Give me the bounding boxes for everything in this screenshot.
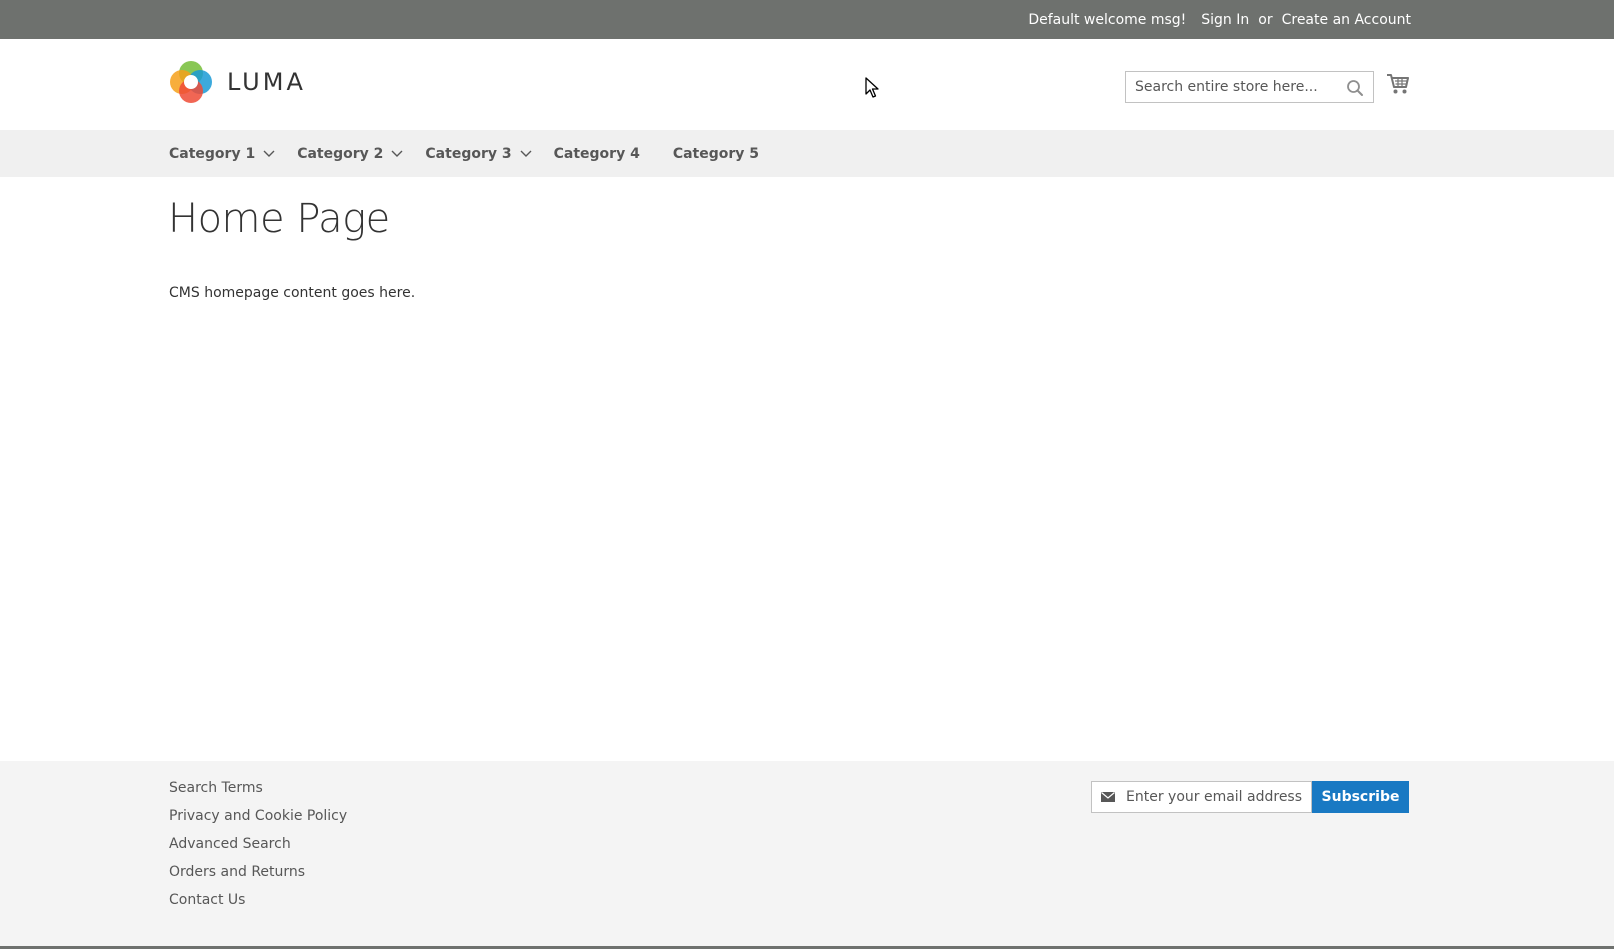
nav-item-label: Category 2	[297, 145, 384, 162]
page-header: LUMA	[0, 39, 1614, 130]
newsletter-form: Subscribe	[1091, 781, 1409, 813]
envelope-icon	[1101, 792, 1115, 802]
nav-category-4[interactable]: Category 4	[554, 146, 640, 162]
or-separator: or	[1258, 11, 1273, 28]
page-footer: Search Terms Privacy and Cookie Policy A…	[0, 761, 1614, 949]
footer-link-contact-us[interactable]: Contact Us	[169, 890, 347, 918]
top-panel: Default welcome msg! Sign In or Create a…	[0, 0, 1614, 39]
store-logo[interactable]: LUMA	[169, 60, 306, 104]
footer-link-advanced-search[interactable]: Advanced Search	[169, 834, 347, 862]
newsletter-field	[1091, 781, 1312, 813]
search-box	[1125, 71, 1374, 103]
header-links: Default welcome msg! Sign In or Create a…	[1028, 0, 1411, 39]
chevron-down-icon	[520, 150, 532, 157]
chevron-down-icon	[263, 150, 275, 157]
nav-item-label: Category 3	[425, 145, 512, 162]
footer-link-search-terms[interactable]: Search Terms	[169, 778, 347, 806]
sign-in-link[interactable]: Sign In	[1201, 12, 1249, 28]
search-icon[interactable]	[1346, 79, 1364, 97]
cms-content: CMS homepage content goes here.	[169, 285, 416, 301]
cart-icon[interactable]	[1386, 72, 1410, 96]
chevron-down-icon	[391, 150, 403, 157]
mouse-cursor-icon	[865, 77, 879, 98]
logo-text: LUMA	[227, 68, 306, 96]
luma-logo-icon	[170, 61, 212, 103]
nav-category-5[interactable]: Category 5	[673, 146, 759, 162]
nav-item-label: Category 4	[553, 145, 640, 162]
page-title: Home Page	[168, 196, 390, 242]
footer-links: Search Terms Privacy and Cookie Policy A…	[169, 778, 347, 918]
nav-category-2[interactable]: Category 2	[297, 146, 403, 162]
footer-link-orders-returns[interactable]: Orders and Returns	[169, 862, 347, 890]
nav-item-label: Category 1	[169, 145, 256, 162]
create-account-link[interactable]: Create an Account	[1282, 12, 1411, 28]
welcome-message: Default welcome msg!	[1028, 11, 1187, 28]
nav-category-1[interactable]: Category 1	[169, 146, 275, 162]
search-input[interactable]	[1126, 72, 1336, 102]
footer-link-privacy[interactable]: Privacy and Cookie Policy	[169, 806, 347, 834]
newsletter-email-input[interactable]	[1126, 782, 1308, 812]
main-navigation: Category 1 Category 2 Category 3 Categor…	[0, 130, 1614, 177]
nav-item-label: Category 5	[672, 145, 760, 162]
nav-items: Category 1 Category 2 Category 3 Categor…	[169, 130, 792, 177]
subscribe-button[interactable]: Subscribe	[1312, 781, 1409, 813]
nav-category-3[interactable]: Category 3	[425, 145, 532, 162]
